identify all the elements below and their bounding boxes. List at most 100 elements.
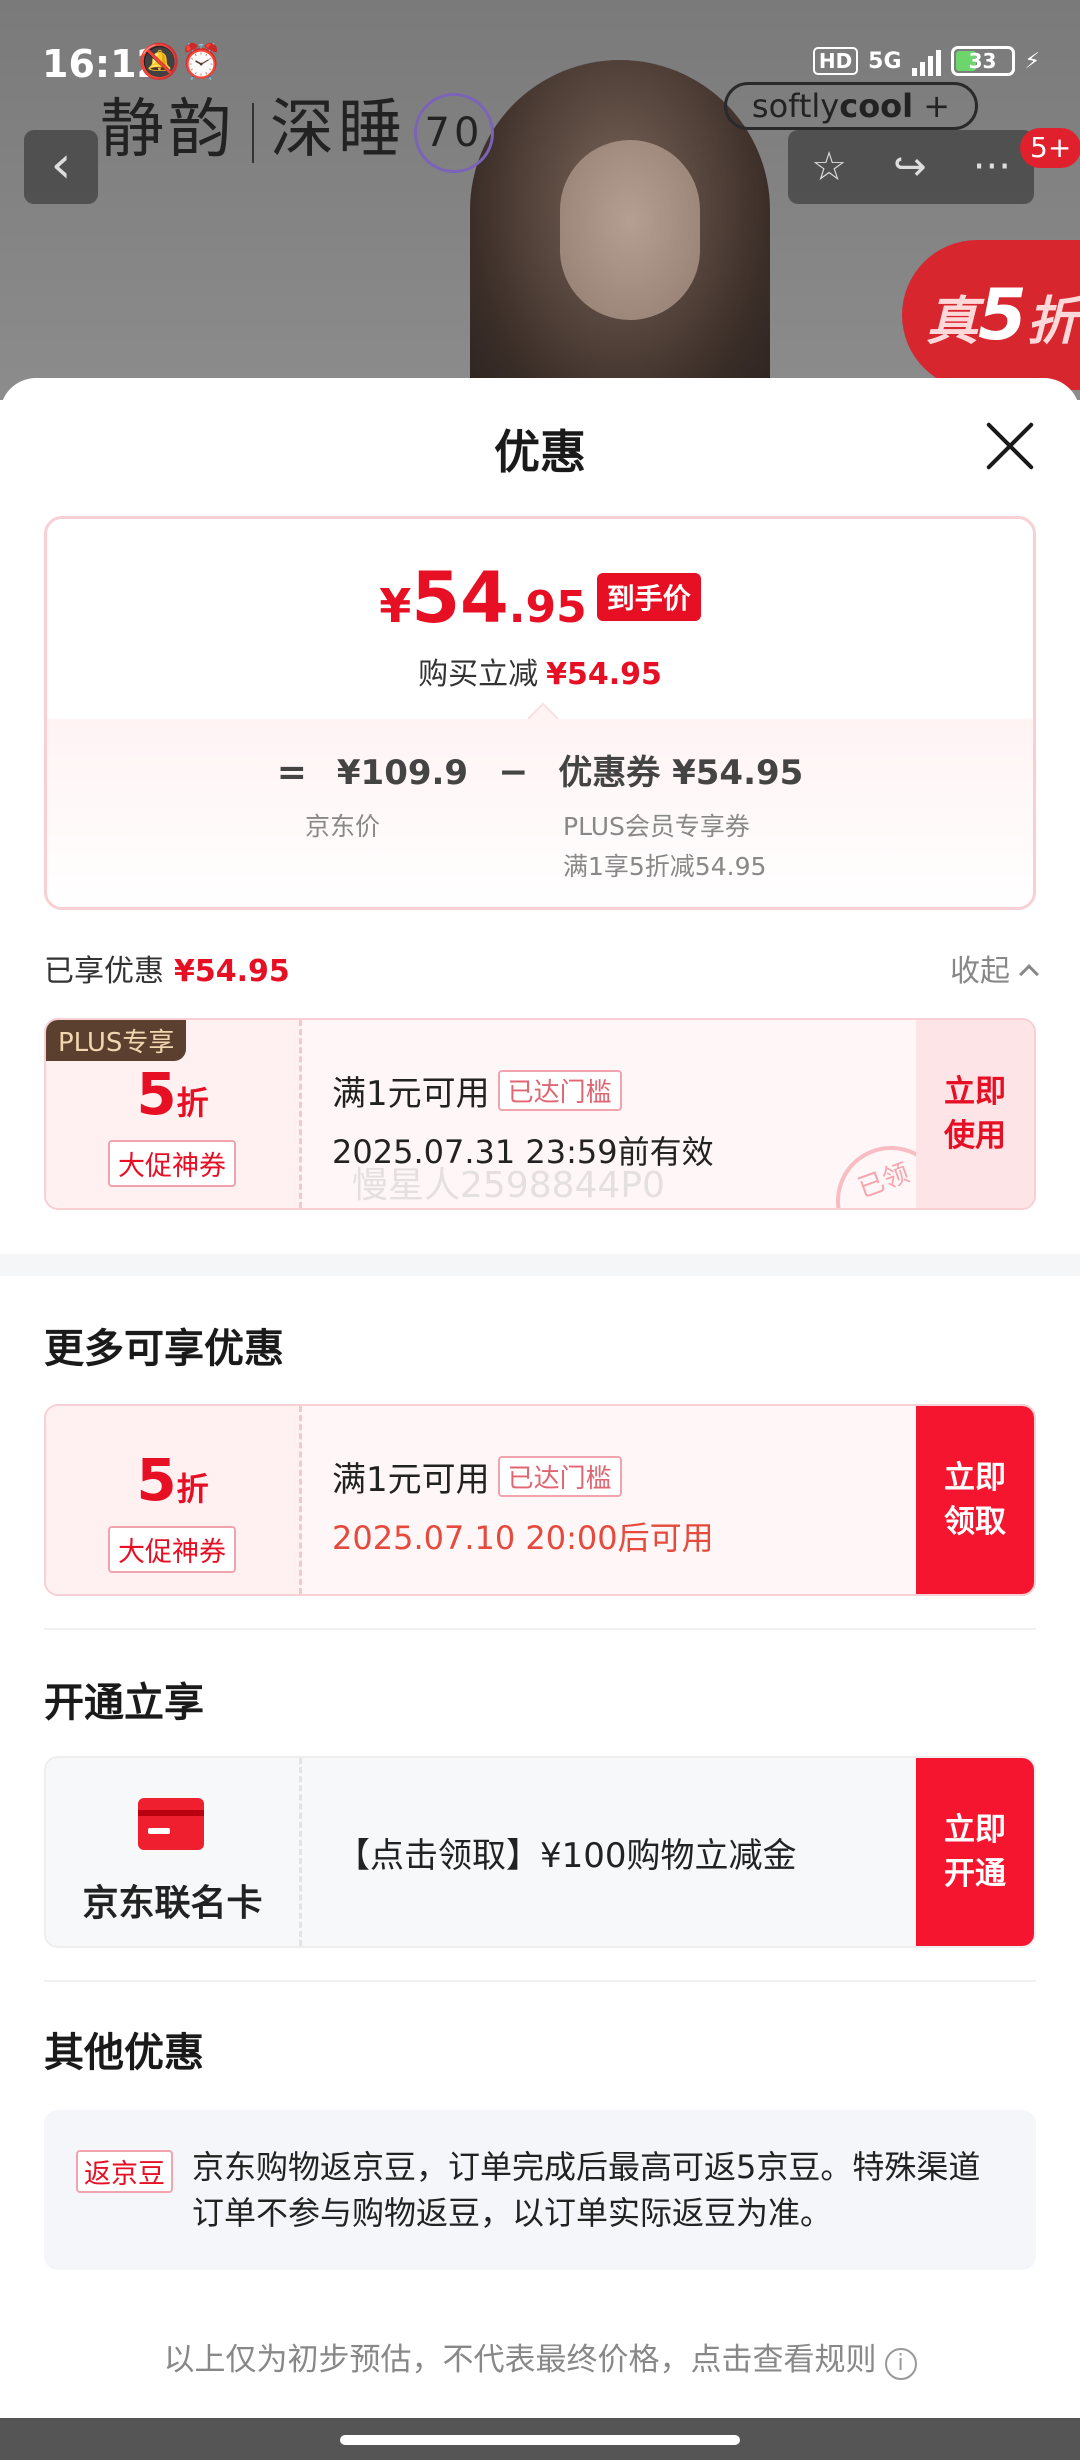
minus-sign: − <box>498 752 529 793</box>
coupon-condition: 满1元可用 <box>332 1460 490 1500</box>
threshold-reached-badge: 已达门槛 <box>497 1456 622 1497</box>
coupon-claimable: 5折 大促神券 满1元可用 已达门槛 2025.07.10 20:00后可用 立即… <box>44 1404 1036 1596</box>
claim-now-button[interactable]: 立即 领取 <box>916 1406 1034 1594</box>
network-type: 5G <box>868 48 902 74</box>
card-offer-left: 京东联名卡 <box>46 1758 302 1946</box>
coupon-label: 优惠券 <box>558 753 661 793</box>
coupon-value: ¥54.95 <box>672 753 804 793</box>
section-divider <box>0 1254 1080 1276</box>
charging-icon: ⚡ <box>1024 48 1040 74</box>
sale-banner: 真5折 <box>902 240 1080 390</box>
coupon-discount: 5折 <box>46 1446 299 1514</box>
enjoyed-label: 已享优惠 <box>44 954 164 989</box>
credit-card-icon <box>138 1798 204 1850</box>
price-decimal: .95 <box>508 582 587 633</box>
mute-alarm-icon: 🔕⏰ <box>138 42 223 82</box>
coupon-kind: 大促神券 <box>108 1526 236 1573</box>
use-now-button[interactable]: 立即 使用 <box>916 1020 1034 1208</box>
brand-name-1: 静韵 <box>100 93 236 167</box>
jd-beans-offer: 返京豆 京东购物返京豆，订单完成后最高可返5京豆。特殊渠道订单不参与购物返豆，以… <box>44 2110 1036 2270</box>
estimate-disclaimer[interactable]: 以上仅为初步预估，不代表最终价格，点击查看规则 i <box>0 2334 1080 2380</box>
info-icon[interactable]: i <box>884 2348 917 2380</box>
coupon-kind: 大促神券 <box>108 1140 236 1187</box>
discount-unit: 折 <box>176 1084 209 1122</box>
coupon-details: 满1元可用 已达门槛 2025.07.10 20:00后可用 <box>332 1452 714 1559</box>
sheet-title: 优惠 <box>494 425 586 479</box>
discount-number: 5 <box>136 1446 177 1514</box>
enjoyed-offers: 已享优惠 ¥54.95 <box>44 946 290 990</box>
price-currency: ¥ <box>379 579 412 633</box>
signal-icon <box>911 46 941 76</box>
claim-now-line-1: 立即 <box>944 1460 1006 1496</box>
more-offers-title: 更多可享优惠 <box>44 1326 284 1372</box>
open-now-button[interactable]: 立即 开通 <box>916 1758 1034 1946</box>
coupon-discount-area: 5折 大促神券 <box>46 1406 302 1594</box>
battery-icon: 33 <box>950 46 1015 76</box>
home-indicator[interactable] <box>340 2435 740 2445</box>
close-icon[interactable] <box>984 420 1036 472</box>
use-now-line-2: 使用 <box>944 1118 1006 1154</box>
back-button[interactable]: ‹ <box>24 130 98 204</box>
disclaimer-text: 以上仅为初步预估，不代表最终价格，点击查看规则 <box>163 2342 877 2378</box>
discount-number: 5 <box>136 1060 177 1128</box>
threshold-reached-badge: 已达门槛 <box>497 1070 622 1111</box>
jd-beans-tag: 返京豆 <box>76 2150 173 2193</box>
coupon-desc: PLUS会员专享券 满1享5折减54.95 <box>563 807 766 887</box>
price-breakdown: = ¥109.9 − 优惠券 ¥54.95 京东价 PLUS会员专享券 满1享5… <box>47 702 1033 907</box>
price-integer: 54 <box>411 557 509 639</box>
model-face <box>560 140 700 320</box>
sale-prefix: 真 <box>926 292 979 352</box>
brand-separator <box>252 103 254 164</box>
card-offer-text: 【点击领取】¥100购物立减金 <box>336 1835 797 1876</box>
coupon-condition: 满1元可用 <box>332 1074 490 1114</box>
card-name: 京东联名卡 <box>82 1883 263 1924</box>
favorite-star-icon[interactable]: ☆ <box>811 144 847 190</box>
price-formula: = ¥109.9 − 优惠券 ¥54.95 <box>47 745 1033 794</box>
other-offers-title: 其他优惠 <box>44 2030 204 2076</box>
user-watermark: 慢星人2598844P0 <box>352 1165 665 1206</box>
status-right: HD 5G 33 ⚡ <box>812 46 1040 76</box>
brand-name-2: 深睡 <box>270 93 406 167</box>
coupon-discount: 5折 <box>46 1060 299 1128</box>
enjoyed-value: ¥54.95 <box>174 954 290 989</box>
price-summary-card: ¥54.95 到手价 购买立减 ¥54.95 = ¥109.9 − 优惠券 ¥54.… <box>44 516 1036 910</box>
share-icon[interactable]: ↪ <box>893 144 927 190</box>
instant-discount-label: 购买立减 <box>418 657 539 692</box>
jd-price-value: ¥109.9 <box>336 753 469 793</box>
chevron-up-icon <box>1019 964 1039 984</box>
divider-line <box>44 1628 1036 1630</box>
collapse-label: 收起 <box>950 954 1010 989</box>
equals-sign: = <box>276 752 307 793</box>
battery-level: 33 <box>968 49 997 73</box>
brand-number: 70 <box>414 93 494 174</box>
use-now-line-1: 立即 <box>944 1074 1006 1110</box>
final-price: ¥54.95 到手价 <box>47 557 1033 639</box>
divider-line <box>44 1980 1036 1982</box>
coupon-desc-line-2: 满1享5折减54.95 <box>563 852 767 881</box>
final-price-area: ¥54.95 到手价 购买立减 ¥54.95 <box>47 519 1033 719</box>
plus-exclusive-tag: PLUS专享 <box>46 1020 187 1061</box>
open-offers-title: 开通立享 <box>44 1680 204 1726</box>
collapse-button[interactable]: 收起 <box>950 946 1039 990</box>
final-price-tag: 到手价 <box>596 573 701 621</box>
open-now-line-2: 开通 <box>944 1856 1006 1892</box>
open-now-line-1: 立即 <box>944 1812 1006 1848</box>
sale-number: 5 <box>978 274 1027 356</box>
instant-discount: 购买立减 ¥54.95 <box>47 649 1033 693</box>
coupon-discount-area: PLUS专享 5折 大促神券 <box>46 1020 302 1208</box>
coupon-validity: 2025.07.10 20:00后可用 <box>332 1519 714 1557</box>
coupon-desc-line-1: PLUS会员专享券 <box>563 812 750 841</box>
jd-price-label: 京东价 <box>305 812 381 841</box>
claim-now-line-2: 领取 <box>944 1504 1006 1540</box>
more-icon[interactable]: ··· <box>973 144 1011 190</box>
status-bar: 16:12 🔕⏰ HD 5G 33 ⚡ <box>0 36 1080 100</box>
hd-icon: HD <box>812 47 859 75</box>
discount-unit: 折 <box>176 1470 209 1508</box>
jd-beans-text: 京东购物返京豆，订单完成后最高可返5京豆。特殊渠道订单不参与购物返豆，以订单实际… <box>192 2148 981 2232</box>
sale-suffix: 折 <box>1026 292 1079 352</box>
coupon-claimed: PLUS专享 5折 大促神券 满1元可用 已达门槛 2025.07.31 23:5… <box>44 1018 1036 1210</box>
message-badge: 5+ <box>1020 128 1080 168</box>
co-branded-card-offer[interactable]: 京东联名卡 【点击领取】¥100购物立减金 立即开通 <box>44 1756 1036 1948</box>
top-actions: ☆ ↪ ··· <box>788 130 1034 204</box>
instant-discount-value: ¥54.95 <box>546 657 662 692</box>
